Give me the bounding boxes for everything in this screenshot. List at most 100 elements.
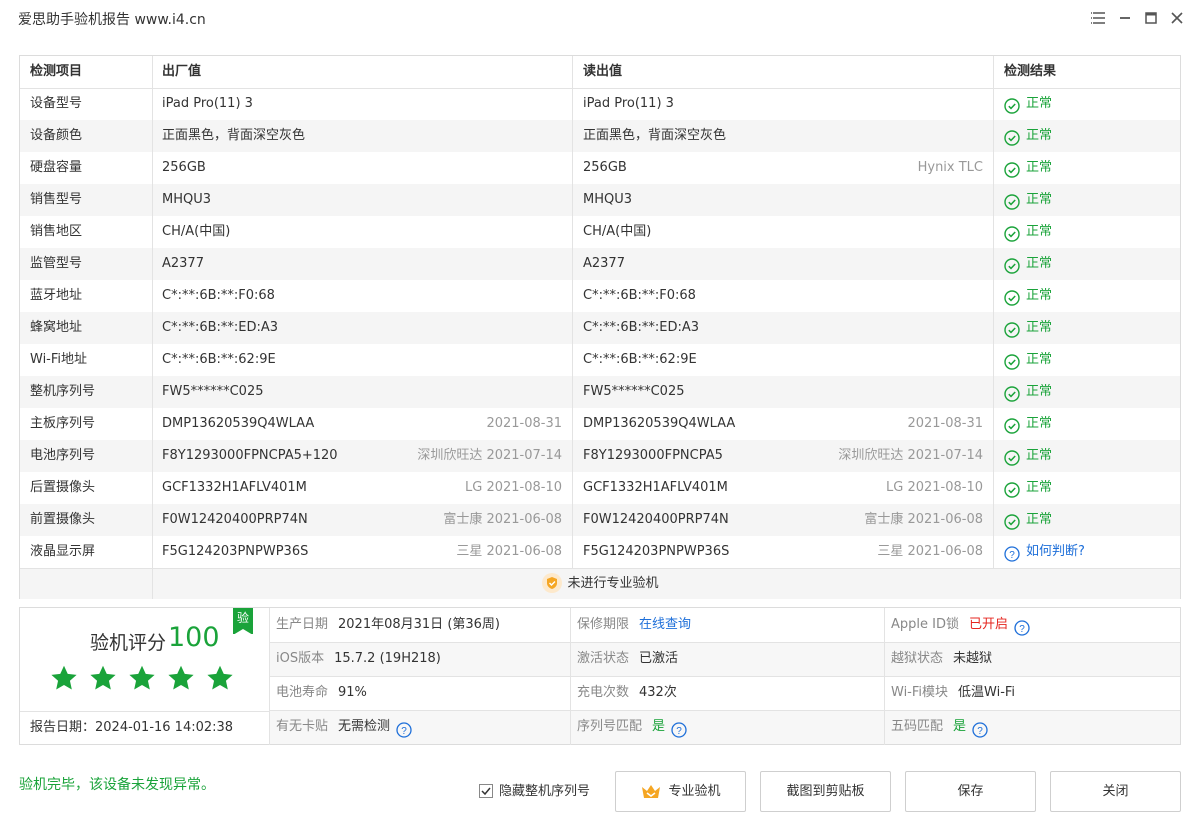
row-item: 设备颜色 <box>30 128 83 143</box>
row-result: 正常 <box>1004 280 1174 312</box>
help-icon[interactable]: ? <box>671 718 687 738</box>
table-row: 销售地区 CH/A(中国) CH/A(中国) 正常 <box>20 216 1180 248</box>
row-result: 正常 <box>1004 216 1174 248</box>
summary-value: 是 <box>652 719 666 734</box>
row-read-note: 深圳欣旺达 2021-07-14 <box>838 448 983 463</box>
checkmark-icon <box>481 787 491 795</box>
row-result: 正常 <box>1004 152 1174 184</box>
summary-item: 电池寿命 91% <box>276 676 567 710</box>
row-result-link[interactable]: ? 如何判断? <box>1004 536 1174 568</box>
check-circle-icon <box>1004 447 1020 466</box>
row-item: 监管型号 <box>30 256 83 271</box>
summary-key: 越狱状态 <box>891 651 944 666</box>
row-factory-value: A2377 <box>162 256 204 271</box>
row-read-value: 正面黑色，背面深空灰色 <box>583 128 727 143</box>
table-row: 电池序列号 F8Y1293000FPNCPA5+120 深圳欣旺达 2021-07-… <box>20 440 1180 472</box>
summary-value: 低温Wi-Fi <box>958 685 1016 700</box>
row-item: 前置摄像头 <box>30 512 96 527</box>
table-row: 蓝牙地址 C*:**:6B:**:F0:68 C*:**:6B:**:F0:68 正常 <box>20 280 1180 312</box>
row-read-note: Hynix TLC <box>917 160 983 175</box>
row-factory-value: C*:**:6B:**:ED:A3 <box>162 320 279 335</box>
row-result-text: 正常 <box>1026 224 1053 239</box>
window-title: 爱思助手验机报告 www.i4.cn <box>18 12 206 28</box>
screenshot-button[interactable]: 截图到剪贴板 <box>760 771 891 812</box>
row-factory-value: 正面黑色，背面深空灰色 <box>162 128 306 143</box>
row-result-text: 正常 <box>1026 256 1053 271</box>
help-icon[interactable]: ? <box>396 718 412 738</box>
row-result: 正常 <box>1004 408 1174 440</box>
check-circle-icon <box>1004 191 1020 210</box>
maximize-icon[interactable] <box>1141 8 1161 28</box>
star-icon <box>51 665 77 690</box>
summary-key: 生产日期 <box>276 617 329 632</box>
summary-item: 保修期限 在线查询 <box>577 608 881 642</box>
help-icon[interactable]: ? <box>1014 616 1030 636</box>
summary-key: Wi-Fi模块 <box>891 685 949 700</box>
row-item: 主板序列号 <box>30 416 96 431</box>
row-read-value: C*:**:6B:**:ED:A3 <box>583 320 700 335</box>
svg-text:?: ? <box>1019 623 1025 634</box>
row-result-text: 正常 <box>1026 448 1053 463</box>
table-row: 液晶显示屏 F5G124203PNPWP36S 三星 2021-06-08 F5G12… <box>20 536 1180 568</box>
summary-key: Apple ID锁 <box>891 617 959 632</box>
table-header: 检测项目 出厂值 读出值 检测结果 <box>20 56 1180 88</box>
summary-value: 432次 <box>639 685 677 700</box>
summary-value: 已开启 <box>968 617 1008 632</box>
close-button[interactable]: 关闭 <box>1050 771 1181 812</box>
row-result: 正常 <box>1004 504 1174 536</box>
row-factory-note: 富士康 2021-06-08 <box>443 512 562 527</box>
footer-divider <box>20 568 1180 569</box>
table-row: 后置摄像头 GCF1332H1AFLV401M LG 2021-08-10 GCF13… <box>20 472 1180 504</box>
summary-key: iOS版本 <box>276 651 325 666</box>
row-result-text: 正常 <box>1026 416 1053 431</box>
table-row: 主板序列号 DMP13620539Q4WLAA 2021-08-31 DMP13620… <box>20 408 1180 440</box>
row-item: 电池序列号 <box>30 448 96 463</box>
summary-value: 无需检测 <box>338 719 391 734</box>
summary-value: 91% <box>338 685 367 700</box>
row-read-value: C*:**:6B:**:62:9E <box>583 352 697 367</box>
row-result: 正常 <box>1004 344 1174 376</box>
row-factory-value: FW5******C025 <box>162 384 264 399</box>
row-read-note: 三星 2021-06-08 <box>877 544 983 559</box>
star-icon <box>168 665 194 690</box>
summary-value[interactable]: 在线查询 <box>639 617 691 632</box>
table-footer: 未进行专业验机 <box>20 568 1180 599</box>
hide-serial-checkbox[interactable]: 隐藏整机序列号 <box>479 783 590 800</box>
star-rating <box>50 664 240 694</box>
row-item: Wi-Fi地址 <box>30 352 88 367</box>
check-circle-icon <box>1004 95 1020 114</box>
row-item: 销售型号 <box>30 192 83 207</box>
pro-check-status: 未进行专业验机 <box>20 568 1180 599</box>
check-circle-icon <box>1004 159 1020 178</box>
row-item: 设备型号 <box>30 96 83 111</box>
save-button[interactable]: 保存 <box>905 771 1036 812</box>
pro-check-button[interactable]: 专业验机 <box>615 771 746 812</box>
row-result: 正常 <box>1004 376 1174 408</box>
check-circle-icon <box>1004 223 1020 242</box>
summary-item: iOS版本 15.7.2 (19H218) <box>276 642 567 676</box>
summary-item: 序列号匹配是? <box>577 710 881 744</box>
table-row: Wi-Fi地址 C*:**:6B:**:62:9E C*:**:6B:**:62:9… <box>20 344 1180 376</box>
row-item: 蜂窝地址 <box>30 320 83 335</box>
row-factory-note: 2021-08-31 <box>486 416 562 431</box>
row-factory-value: iPad Pro(11) 3 <box>162 96 253 111</box>
checkbox-box[interactable] <box>479 783 493 798</box>
pro-check-text: 未进行专业验机 <box>567 576 659 591</box>
summary-key: 充电次数 <box>577 685 630 700</box>
row-result-text: 正常 <box>1026 512 1053 527</box>
summary-item: Wi-Fi模块 低温Wi-Fi <box>891 676 1177 710</box>
menu-icon[interactable] <box>1089 8 1109 28</box>
row-result-text[interactable]: 如何判断? <box>1026 544 1085 559</box>
row-result: 正常 <box>1004 440 1174 472</box>
row-item: 硬盘容量 <box>30 160 83 175</box>
row-result-text: 正常 <box>1026 128 1053 143</box>
minimize-icon[interactable] <box>1115 8 1135 28</box>
help-icon[interactable]: ? <box>972 718 988 738</box>
row-read-note: 2021-08-31 <box>907 416 983 431</box>
row-result: 正常 <box>1004 312 1174 344</box>
star-icon <box>90 665 116 690</box>
close-icon[interactable] <box>1167 8 1187 28</box>
header-item: 检测项目 <box>30 64 83 79</box>
summary-key: 序列号匹配 <box>577 719 643 734</box>
summary-item: Apple ID锁 已开启? <box>891 608 1177 642</box>
